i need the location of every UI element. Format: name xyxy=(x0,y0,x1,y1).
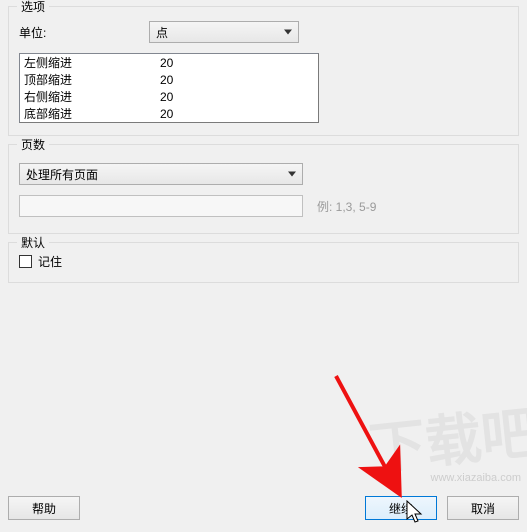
pages-group: 页数 例: 1,3, 5-9 xyxy=(8,144,519,234)
page-scope-select-wrap[interactable] xyxy=(19,163,303,185)
options-group: 选项 单位: 左侧缩进 20 顶部缩进 20 右侧缩进 20 底部缩进 20 xyxy=(8,6,519,136)
defaults-legend: 默认 xyxy=(17,234,49,251)
margin-val: 20 xyxy=(158,90,173,104)
options-legend: 选项 xyxy=(17,0,49,15)
defaults-group: 默认 记住 xyxy=(8,242,519,283)
margin-val: 20 xyxy=(158,107,173,121)
margins-list[interactable]: 左侧缩进 20 顶部缩进 20 右侧缩进 20 底部缩进 20 xyxy=(19,53,319,123)
margin-key: 底部缩进 xyxy=(20,105,158,122)
page-range-hint: 例: 1,3, 5-9 xyxy=(317,198,376,215)
watermark-url: www.xiazaiba.com xyxy=(431,472,521,484)
page-scope-select[interactable] xyxy=(19,163,303,185)
watermark-big: 下载吧 xyxy=(365,387,527,485)
remember-label: 记住 xyxy=(38,253,62,270)
pages-legend: 页数 xyxy=(17,136,49,153)
margin-key: 顶部缩进 xyxy=(20,71,158,88)
list-item[interactable]: 左侧缩进 20 xyxy=(20,54,318,71)
remember-checkbox-row[interactable]: 记住 xyxy=(19,253,508,270)
continue-button[interactable]: 继续 xyxy=(365,496,437,520)
margin-val: 20 xyxy=(158,56,173,70)
margin-val: 20 xyxy=(158,73,173,87)
unit-select[interactable] xyxy=(149,21,299,43)
list-item[interactable]: 右侧缩进 20 xyxy=(20,88,318,105)
unit-label: 单位: xyxy=(19,24,149,41)
margin-key: 左侧缩进 xyxy=(20,54,158,71)
remember-checkbox[interactable] xyxy=(19,255,32,268)
list-item[interactable]: 顶部缩进 20 xyxy=(20,71,318,88)
margin-key: 右侧缩进 xyxy=(20,88,158,105)
dialog-button-bar: 帮助 继续 取消 xyxy=(8,496,519,520)
list-item[interactable]: 底部缩进 20 xyxy=(20,105,318,122)
help-button[interactable]: 帮助 xyxy=(8,496,80,520)
page-range-input[interactable] xyxy=(19,195,303,217)
cancel-button[interactable]: 取消 xyxy=(447,496,519,520)
unit-select-wrap[interactable] xyxy=(149,21,299,43)
